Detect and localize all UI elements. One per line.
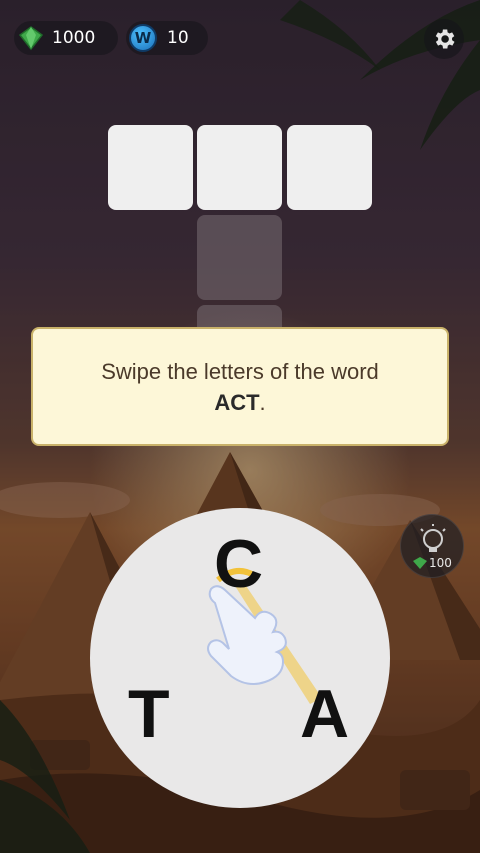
grid-cell: [197, 125, 282, 210]
grid-cell: [287, 125, 372, 210]
gem-icon: [18, 26, 44, 51]
w-token-icon: W: [129, 24, 157, 52]
letter-wheel[interactable]: C T A: [90, 508, 390, 808]
word-token-count: 10: [167, 28, 189, 48]
tutorial-text: Swipe the letters of the word ACT.: [101, 356, 379, 418]
hint-cost: 100: [413, 556, 452, 570]
gem-count: 1000: [52, 28, 96, 48]
tutorial-message: Swipe the letters of the word ACT.: [31, 327, 449, 446]
settings-button[interactable]: [424, 19, 464, 59]
word-token-counter[interactable]: W 10: [126, 21, 208, 55]
tutorial-target-word: ACT: [214, 389, 260, 415]
hint-cost-value: 100: [429, 556, 452, 570]
w-token-symbol: W: [134, 29, 152, 47]
gem-icon: [413, 557, 427, 569]
tutorial-period: .: [259, 389, 266, 415]
grid-cell: [197, 215, 282, 300]
hint-button[interactable]: 100: [400, 514, 464, 578]
hand-pointer-icon: [207, 585, 287, 685]
tutorial-text-line: Swipe the letters of the word: [101, 358, 379, 384]
grid-cell: [108, 125, 193, 210]
gem-counter[interactable]: 1000: [14, 21, 118, 55]
gear-icon: [435, 29, 455, 49]
